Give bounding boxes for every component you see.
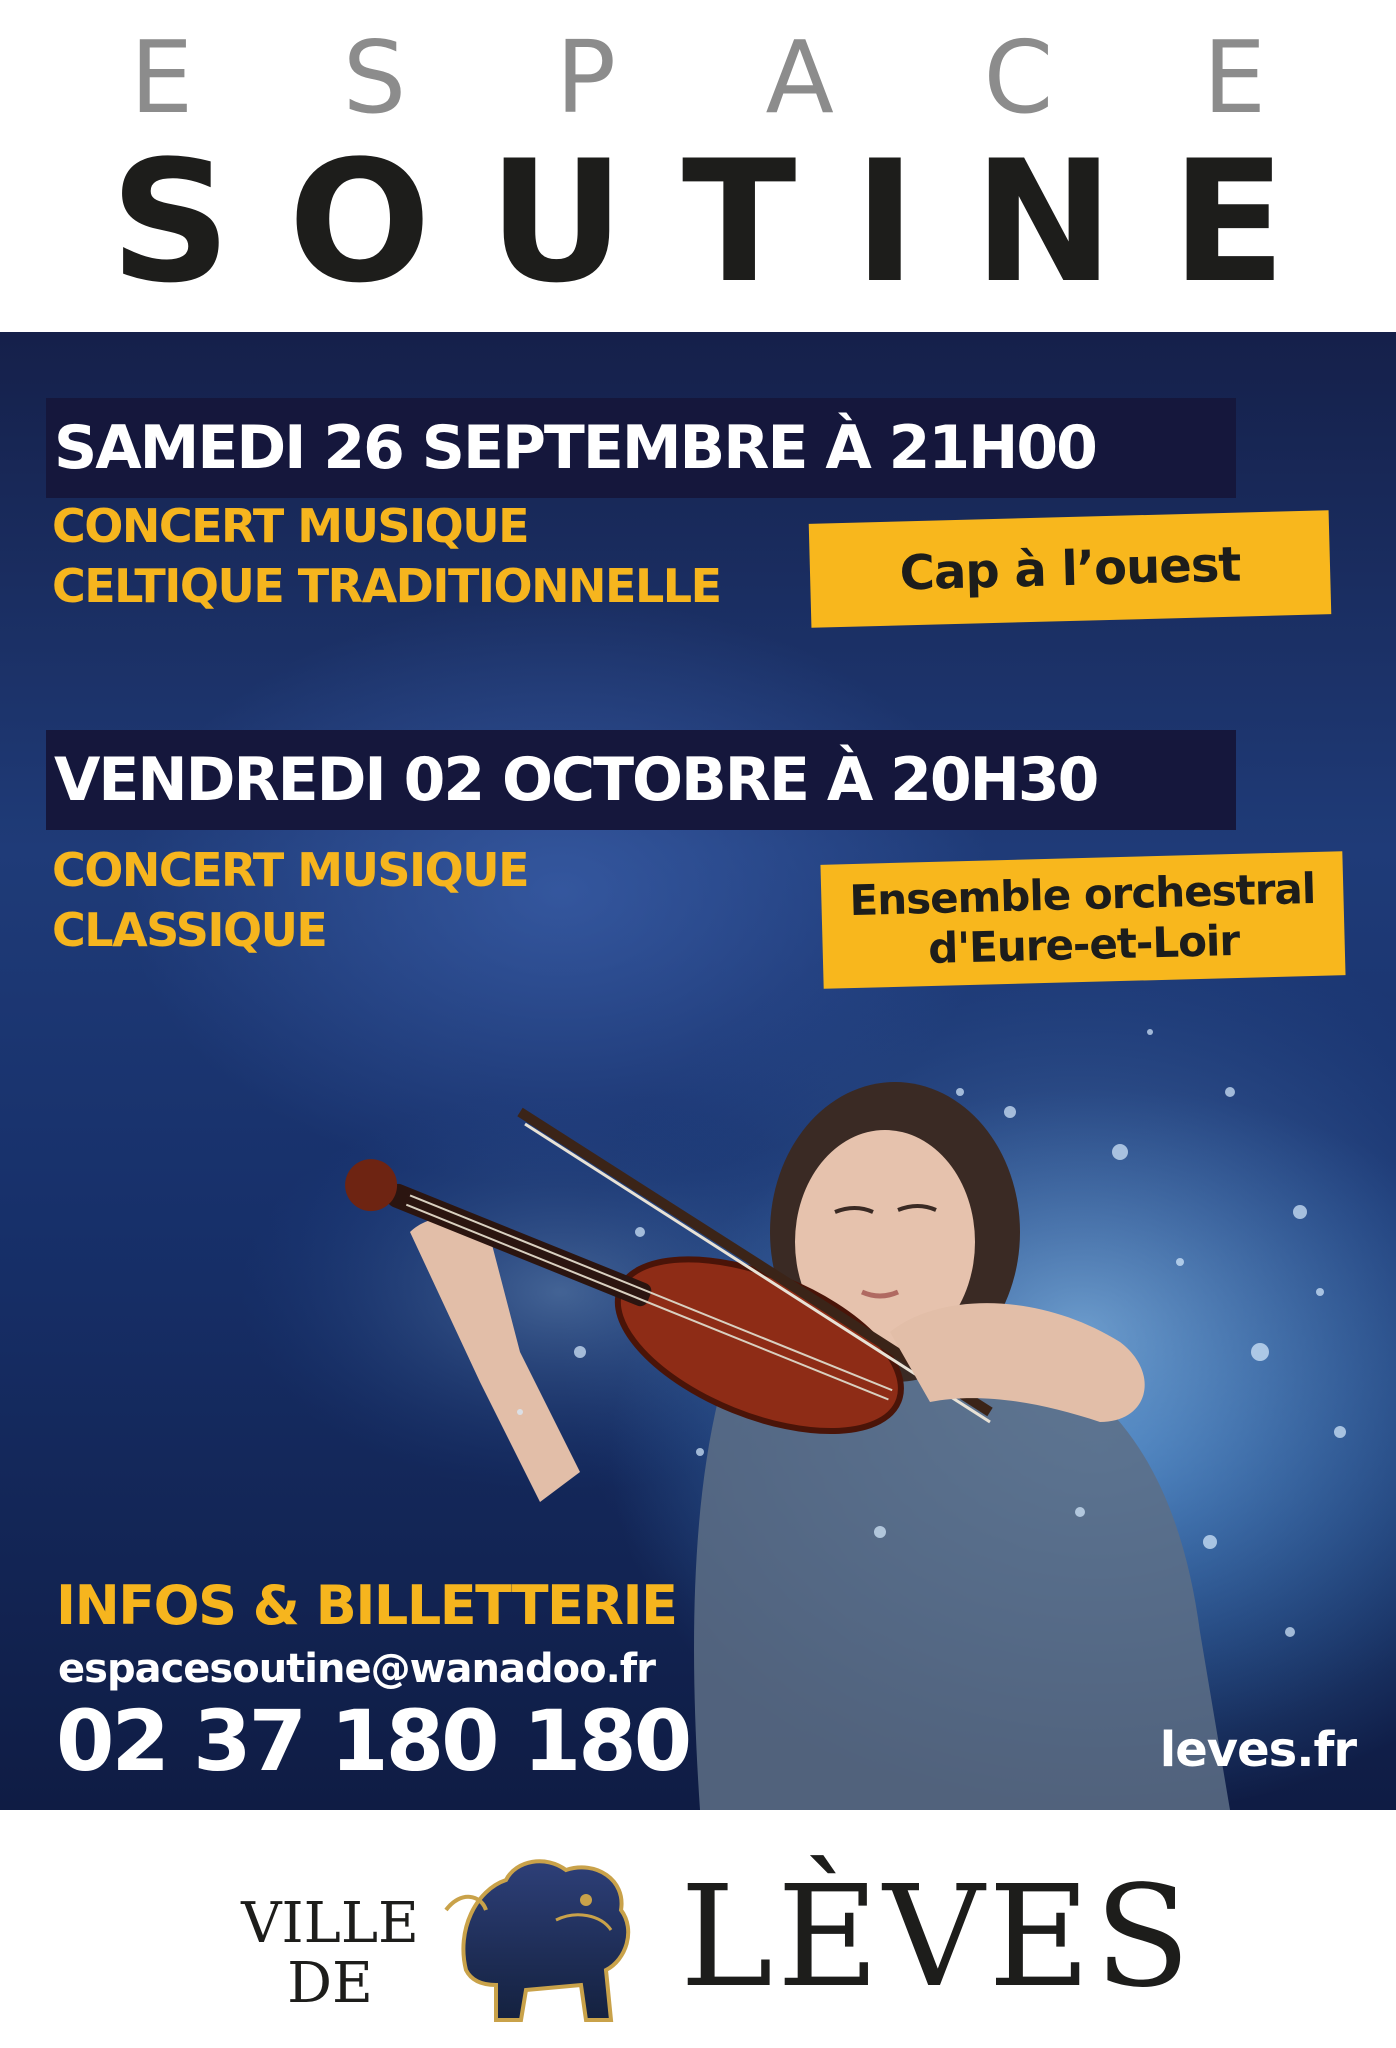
contact-email[interactable]: espacesoutine@wanadoo.fr <box>58 1646 656 1692</box>
title-espace: E S P A C E <box>0 28 1396 128</box>
website-link[interactable]: leves.fr <box>1160 1722 1357 1778</box>
title-letter: N <box>973 124 1114 320</box>
title-letter: O <box>288 124 432 320</box>
event-2-genre-line2: CLASSIQUE <box>52 903 328 957</box>
event-2-performer-line1: Ensemble orchestral <box>848 863 1316 926</box>
title-letter: C <box>983 19 1054 136</box>
event-1-performer-tag: Cap à l’ouest <box>808 510 1332 628</box>
header: E S P A C E S O U T I N E <box>0 0 1396 332</box>
title-letter: S <box>110 124 231 320</box>
de-text: DE <box>287 1951 373 2016</box>
ville-text: VILLE <box>241 1891 419 1956</box>
title-letter: I <box>853 124 917 320</box>
title-letter: E <box>1171 124 1286 320</box>
lion-crest-icon <box>444 1859 631 2022</box>
town-name: LÈVES <box>680 1856 1195 2019</box>
event-2-genre-line1: CONCERT MUSIQUE <box>52 843 530 897</box>
title-letter: U <box>488 124 625 320</box>
contact-phone[interactable]: 02 37 180 180 <box>56 1692 692 1790</box>
title-letter: A <box>765 19 834 136</box>
title-letter: P <box>555 19 617 136</box>
title-letter: E <box>130 19 194 136</box>
title-letter: T <box>681 124 797 320</box>
title-soutine: S O U T I N E <box>0 138 1396 306</box>
event-1-genre-line1: CONCERT MUSIQUE <box>52 499 530 553</box>
title-letter: S <box>342 19 407 136</box>
event-1-date: SAMEDI 26 SEPTEMBRE À 21H00 <box>46 398 1236 498</box>
info-title: INFOS & BILLETTERIE <box>56 1574 678 1637</box>
event-2-performer-tag: Ensemble orchestral d'Eure-et-Loir <box>820 851 1346 989</box>
title-letter: E <box>1202 19 1266 136</box>
ville-de-label: VILLE DE <box>240 1894 420 2014</box>
event-2-performer-line2: d'Eure-et-Loir <box>927 915 1240 974</box>
poster-panel: SAMEDI 26 SEPTEMBRE À 21H00 CONCERT MUSI… <box>0 332 1396 1810</box>
event-2-date: VENDREDI 02 OCTOBRE À 20H30 <box>46 730 1236 830</box>
event-1-genre-line2: CELTIQUE TRADITIONNELLE <box>52 559 722 613</box>
footer: VILLE DE LÈVES <box>0 1810 1396 2048</box>
event-1-performer: Cap à l’ouest <box>898 536 1242 602</box>
